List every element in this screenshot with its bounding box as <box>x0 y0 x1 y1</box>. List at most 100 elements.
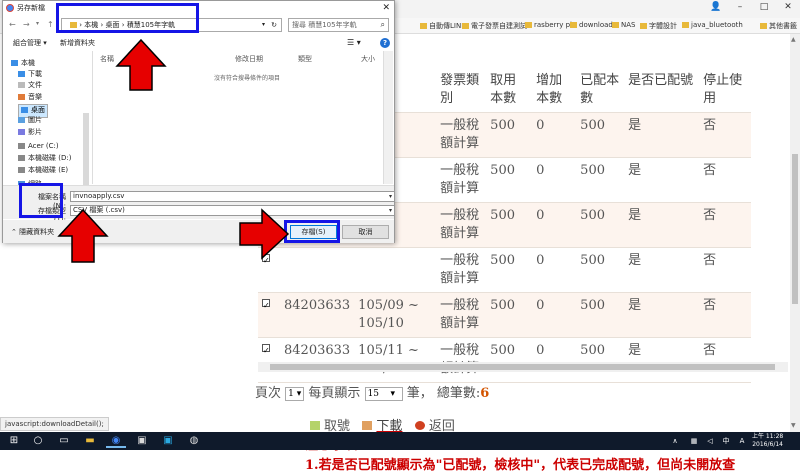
back-icon <box>414 421 425 430</box>
hide-folders-toggle[interactable]: ⌃ 隱藏資料夾 <box>11 227 54 237</box>
history-chevron-icon[interactable]: ▾ <box>36 20 39 27</box>
bookmark-einvoice[interactable]: 電子發票自建測試 <box>462 21 527 31</box>
cell-assigned: 500 <box>576 337 625 383</box>
app-icon-2[interactable]: ▣ <box>158 434 178 448</box>
app-icon-1[interactable]: ▣ <box>132 434 152 448</box>
nav-item-icon <box>18 71 25 77</box>
per-page-select[interactable]: 15 ▾ <box>364 387 403 401</box>
nav-item-5[interactable]: 圖片 <box>18 115 42 125</box>
search-icon[interactable]: ○ <box>28 434 48 448</box>
chrome-taskbar-icon[interactable]: ◉ <box>106 434 126 448</box>
nav-item-icon <box>18 167 25 173</box>
user-icon[interactable]: 👤 <box>704 0 728 14</box>
column-name[interactable]: 名稱 <box>100 54 114 64</box>
nav-item-8[interactable]: 本機磁碟 (D:) <box>18 153 71 163</box>
tray-arrow-icon[interactable]: ∧ <box>665 434 685 448</box>
table-row: 84203633105/09 ~ 105/10一般稅額計算5000500是否 <box>258 292 752 338</box>
bookmark-font[interactable]: 字體設計 <box>640 21 677 31</box>
nav-item-0[interactable]: 本機 <box>11 58 35 68</box>
row-checkbox-cell <box>258 292 280 338</box>
nav-item-icon <box>18 117 25 123</box>
nav-item-label: 下載 <box>28 70 42 78</box>
column-type[interactable]: 類型 <box>298 54 312 64</box>
page-select[interactable]: 1 ▾ <box>285 387 305 401</box>
filetype-dropdown-icon[interactable]: ▾ <box>389 206 392 215</box>
cell-assigned: 500 <box>576 247 625 293</box>
filename-field[interactable]: invnoapply.csv ▾ <box>70 191 395 202</box>
horizontal-scrollbar[interactable] <box>258 362 788 372</box>
filetype-select[interactable]: CSV 檔案 (.csv) ▾ <box>70 205 395 216</box>
save-button-highlight-box <box>284 220 340 243</box>
ime-mode-icon[interactable]: A <box>732 434 752 448</box>
command-bar: 組合管理 ▾ 新增資料夾 ☰ ▾ ? <box>3 36 394 50</box>
header-type: 發票類別 <box>436 68 487 113</box>
bookmark-java[interactable]: java_bluetooth <box>682 21 743 29</box>
dialog-close-icon[interactable]: ✕ <box>382 1 390 15</box>
filename-dropdown-icon[interactable]: ▾ <box>389 192 392 201</box>
cell-period <box>354 247 437 293</box>
nav-item-7[interactable]: Acer (C:) <box>18 141 59 151</box>
right-arrow-annotation <box>239 208 290 260</box>
nav-item-6[interactable]: 影片 <box>18 127 42 137</box>
minimize-button[interactable]: – <box>728 0 752 14</box>
nav-item-label: 音樂 <box>28 93 42 101</box>
cell-assigned: 500 <box>576 292 625 338</box>
cell-taken: 500 <box>486 337 533 383</box>
cell-added: 0 <box>532 337 577 383</box>
nav-item-9[interactable]: 本機磁碟 (E) <box>18 165 68 175</box>
cell-taken: 500 <box>486 247 533 293</box>
per-page-label: 每頁顯示 <box>308 386 361 401</box>
row-checkbox[interactable] <box>262 342 270 360</box>
address-dropdown-icon[interactable]: ▾ <box>262 19 265 31</box>
task-view-icon[interactable]: ▭ <box>54 434 74 448</box>
cell-stopped: 否 <box>699 157 752 203</box>
view-options-icon[interactable]: ☰ ▾ <box>347 36 361 50</box>
cell-type: 一般稅額計算 <box>436 202 487 248</box>
file-explorer-icon[interactable]: ▬ <box>80 434 100 448</box>
forward-arrow-icon[interactable]: → <box>23 20 30 29</box>
bookmark-other[interactable]: 其他書籤 <box>760 21 797 31</box>
bookmark-line[interactable]: 自動傳LINE <box>420 21 466 31</box>
bookmark-nas[interactable]: NAS <box>612 21 635 29</box>
up-arrow-annotation-2 <box>57 208 109 263</box>
column-size[interactable]: 大小 <box>361 54 375 64</box>
search-input[interactable]: 搜尋 積慧105年字軌 ⌕ <box>288 18 389 32</box>
close-button[interactable]: ✕ <box>776 0 800 14</box>
cell-type: 一般稅額計算 <box>436 247 487 293</box>
header-stopped: 停止使用 <box>699 68 752 113</box>
nav-item-icon <box>18 94 25 100</box>
back-arrow-icon[interactable]: ← <box>9 20 16 29</box>
header-is-assigned: 是否已配號 <box>624 68 700 113</box>
help-icon[interactable]: ? <box>380 38 390 48</box>
cell-assigned: 500 <box>576 202 625 248</box>
column-modified[interactable]: 修改日期 <box>235 54 263 64</box>
cell-period: 105/11 ~ 105/12 <box>354 337 437 383</box>
maximize-button[interactable]: □ <box>752 0 776 14</box>
file-list-scrollbar[interactable] <box>383 51 393 184</box>
path-highlight-box <box>56 3 199 33</box>
start-icon[interactable]: ⊞ <box>4 434 24 448</box>
taskbar: ⊞ ○ ▭ ▬ ◉ ▣ ▣ ◍ ∧ ▦ ◁ 中 A 上午 11:28 2016/… <box>0 432 800 450</box>
cell-type: 一般稅額計算 <box>436 292 487 338</box>
bookmark-raspberry[interactable]: rasberry pi <box>525 21 572 29</box>
cell-added: 0 <box>532 292 577 338</box>
bookmark-download[interactable]: download <box>570 21 613 29</box>
search-icon: ⌕ <box>380 20 385 29</box>
nav-item-1[interactable]: 下載 <box>18 69 42 79</box>
vertical-scrollbar[interactable]: ▲ ▼ <box>790 34 800 432</box>
nav-item-label: 圖片 <box>28 116 42 124</box>
clock[interactable]: 上午 11:28 2016/6/14 <box>752 433 783 449</box>
refresh-icon[interactable]: ↻ <box>271 19 277 31</box>
row-checkbox[interactable] <box>262 297 270 315</box>
up-arrow-icon[interactable]: ↑ <box>47 20 54 29</box>
nav-item-3[interactable]: 音樂 <box>18 92 42 102</box>
cell-taken: 500 <box>486 112 533 158</box>
cancel-button[interactable]: 取消 <box>342 225 389 239</box>
app-icon-3[interactable]: ◍ <box>184 434 204 448</box>
nav-item-label: 本機磁碟 (D:) <box>28 154 72 162</box>
nav-item-icon <box>18 155 25 161</box>
new-folder-button[interactable]: 新增資料夾 <box>60 36 95 50</box>
row-checkbox-cell <box>258 337 280 383</box>
organize-menu[interactable]: 組合管理 ▾ <box>13 36 47 50</box>
nav-item-2[interactable]: 文件 <box>18 80 42 90</box>
